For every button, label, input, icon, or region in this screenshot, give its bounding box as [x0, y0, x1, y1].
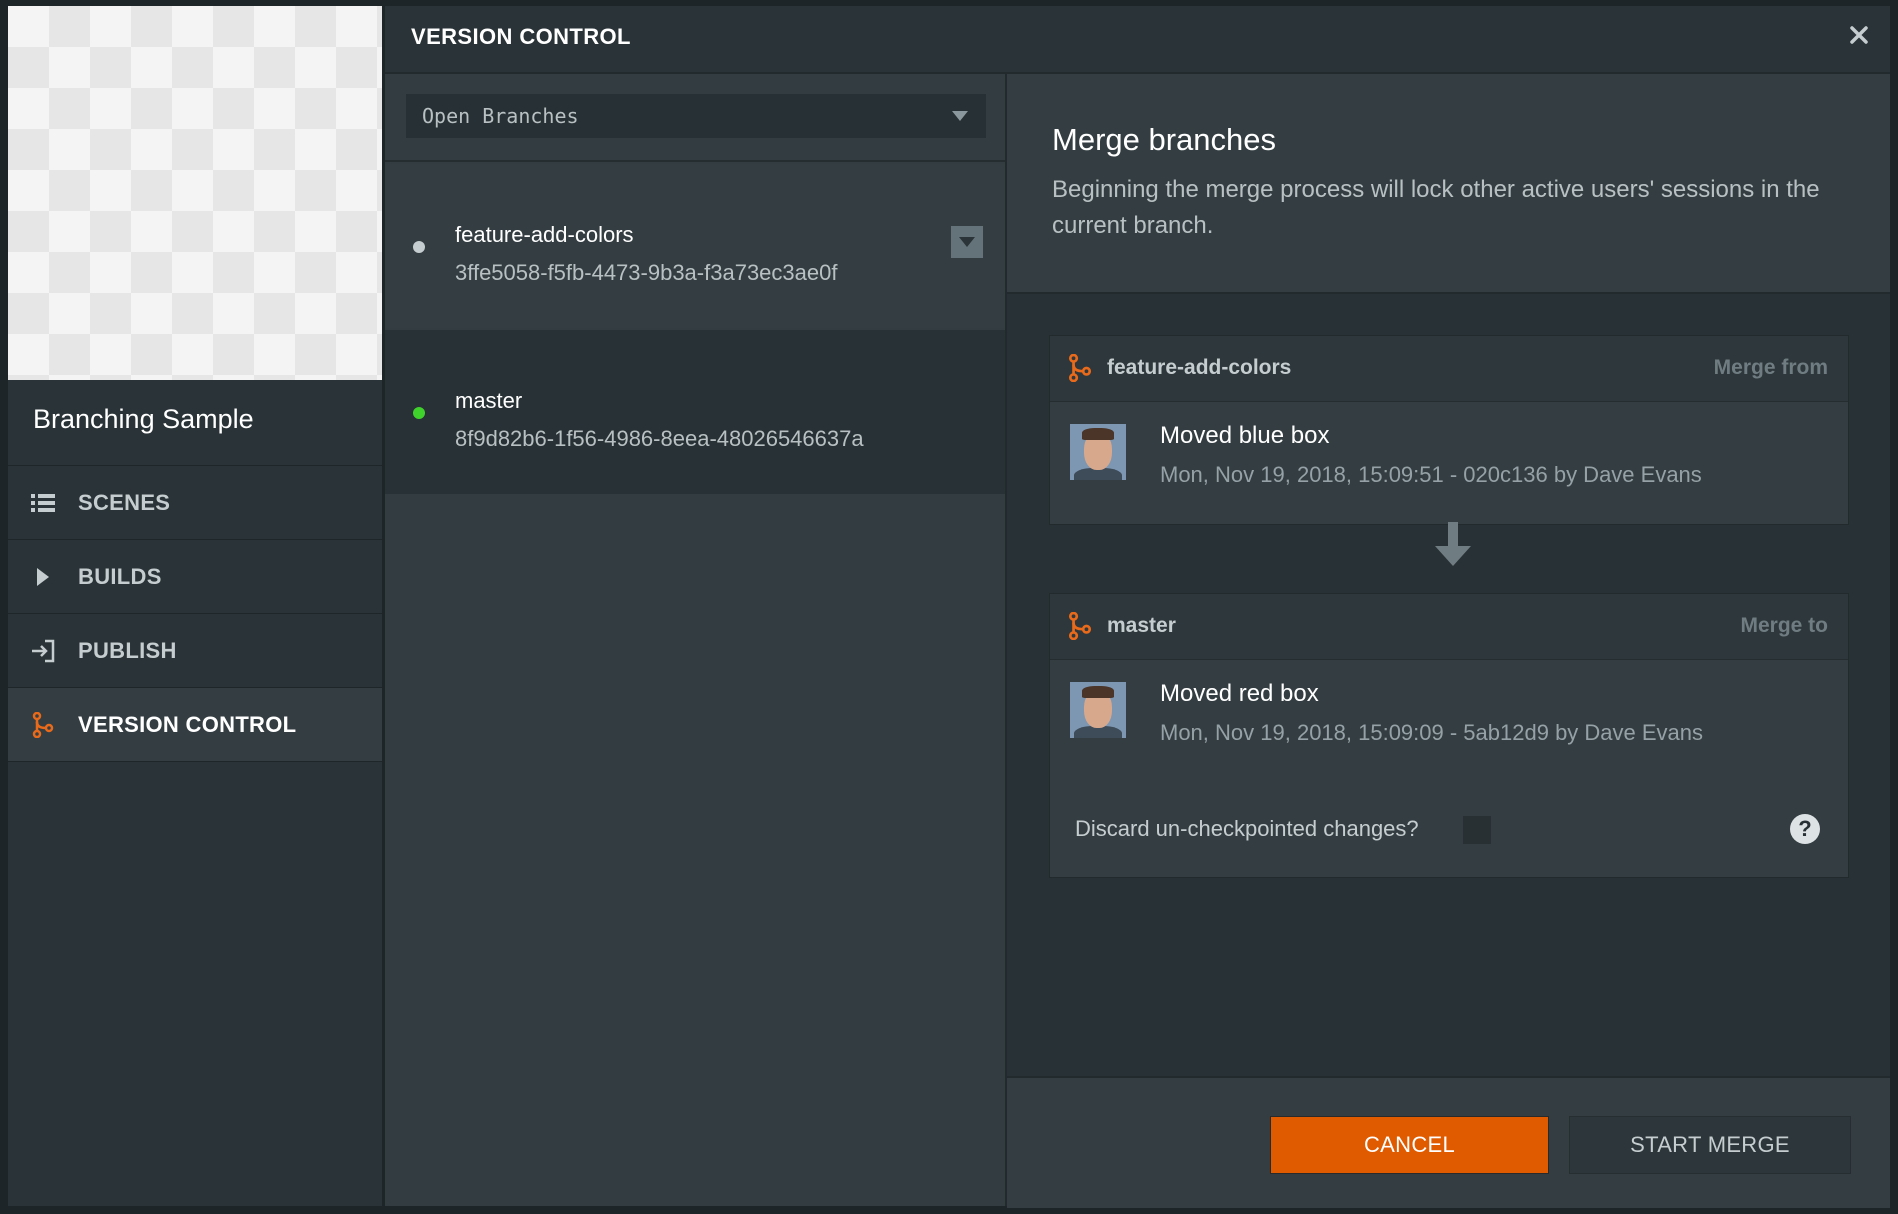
merge-from-branch: feature-add-colors [1107, 356, 1292, 379]
branch-list-panel: Open Branches feature-add-colors 3ffe505… [385, 74, 1007, 1206]
merge-from-header: feature-add-colors Merge from [1050, 336, 1848, 402]
start-merge-button[interactable]: START MERGE [1569, 1116, 1851, 1174]
sidebar-item-label: BUILDS [78, 563, 162, 589]
sidebar-item-scenes[interactable]: SCENES [8, 465, 382, 539]
commit-meta: Mon, Nov 19, 2018, 15:09:09 - 5ab12d9 by… [1160, 720, 1704, 745]
commit-row: Moved blue box Mon, Nov 19, 2018, 15:09:… [1050, 402, 1848, 524]
branch-menu-button[interactable] [951, 226, 983, 258]
play-icon [30, 564, 56, 590]
merge-from-card: feature-add-colors Merge from Moved blue… [1049, 335, 1849, 525]
commit-title: Moved red box [1160, 680, 1319, 707]
sidebar-nav: SCENES BUILDS PUBLISH VERSION CONTROL [8, 465, 382, 762]
branch-status-dot [413, 407, 425, 419]
discard-changes-label: Discard un-checkpointed changes? [1075, 816, 1419, 841]
sidebar-item-label: VERSION CONTROL [78, 711, 297, 737]
sidebar: Branching Sample SCENES BUILDS PUBLISH V… [8, 6, 382, 1206]
chevron-down-icon [959, 237, 975, 247]
dialog-header: VERSION CONTROL [385, 6, 1890, 74]
dialog-title: VERSION CONTROL [411, 24, 631, 49]
merge-from-label: Merge from [1713, 356, 1828, 379]
branch-status-dot [413, 241, 425, 253]
avatar [1070, 424, 1126, 480]
merge-to-label: Merge to [1740, 614, 1828, 637]
commit-meta: Mon, Nov 19, 2018, 15:09:51 - 020c136 by… [1160, 462, 1702, 487]
dialog-footer: CANCEL START MERGE [1007, 1076, 1890, 1208]
branch-item[interactable]: feature-add-colors 3ffe5058-f5fb-4473-9b… [385, 164, 1005, 328]
help-icon[interactable]: ? [1790, 814, 1820, 844]
branch-icon [30, 711, 56, 738]
publish-icon [30, 638, 56, 664]
merge-to-branch: master [1107, 614, 1176, 637]
project-title: Branching Sample [33, 404, 254, 434]
app-window: Branching Sample SCENES BUILDS PUBLISH V… [0, 0, 1898, 1214]
merge-panel: Merge branches Beginning the merge proce… [1007, 74, 1890, 1208]
sidebar-item-label: SCENES [78, 489, 171, 515]
sidebar-item-label: PUBLISH [78, 637, 177, 663]
commit-row: Moved red box Mon, Nov 19, 2018, 15:09:0… [1050, 660, 1848, 782]
discard-changes-row: Discard un-checkpointed changes? ? [1049, 780, 1849, 878]
sidebar-item-builds[interactable]: BUILDS [8, 539, 382, 613]
sidebar-item-publish[interactable]: PUBLISH [8, 613, 382, 687]
branch-hash: 3ffe5058-f5fb-4473-9b3a-f3a73ec3ae0f [455, 260, 838, 285]
list-icon [30, 490, 56, 516]
merge-description: Beginning the merge process will lock ot… [1052, 176, 1820, 239]
chevron-down-icon [952, 111, 968, 121]
merge-title: Merge branches [1052, 122, 1277, 157]
cancel-button[interactable]: CANCEL [1270, 1116, 1549, 1174]
branch-hash: 8f9d82b6-1f56-4986-8eea-48026546637a [455, 426, 864, 451]
branch-icon [1068, 611, 1092, 645]
branch-filter-select[interactable]: Open Branches [406, 94, 986, 138]
close-button[interactable] [1842, 20, 1876, 54]
version-control-dialog: VERSION CONTROL Open Branches feature-ad… [385, 6, 1890, 1208]
commit-title: Moved blue box [1160, 422, 1330, 449]
project-thumbnail [8, 6, 382, 380]
branch-icon [1068, 353, 1092, 387]
discard-changes-checkbox[interactable] [1463, 816, 1491, 844]
arrow-down-icon [1435, 522, 1471, 573]
avatar [1070, 682, 1126, 738]
branch-name: master [455, 388, 523, 413]
branch-name: feature-add-colors [455, 222, 634, 247]
branch-item[interactable]: master 8f9d82b6-1f56-4986-8eea-480265466… [385, 330, 1005, 494]
close-icon [1849, 25, 1869, 50]
divider [385, 160, 1005, 162]
merge-header: Merge branches Beginning the merge proce… [1007, 74, 1890, 294]
merge-to-header: master Merge to [1050, 594, 1848, 660]
sidebar-item-version-control[interactable]: VERSION CONTROL [8, 687, 382, 762]
merge-to-card: master Merge to Moved red box Mon, Nov 1… [1049, 593, 1849, 783]
branch-filter-value: Open Branches [422, 104, 579, 128]
